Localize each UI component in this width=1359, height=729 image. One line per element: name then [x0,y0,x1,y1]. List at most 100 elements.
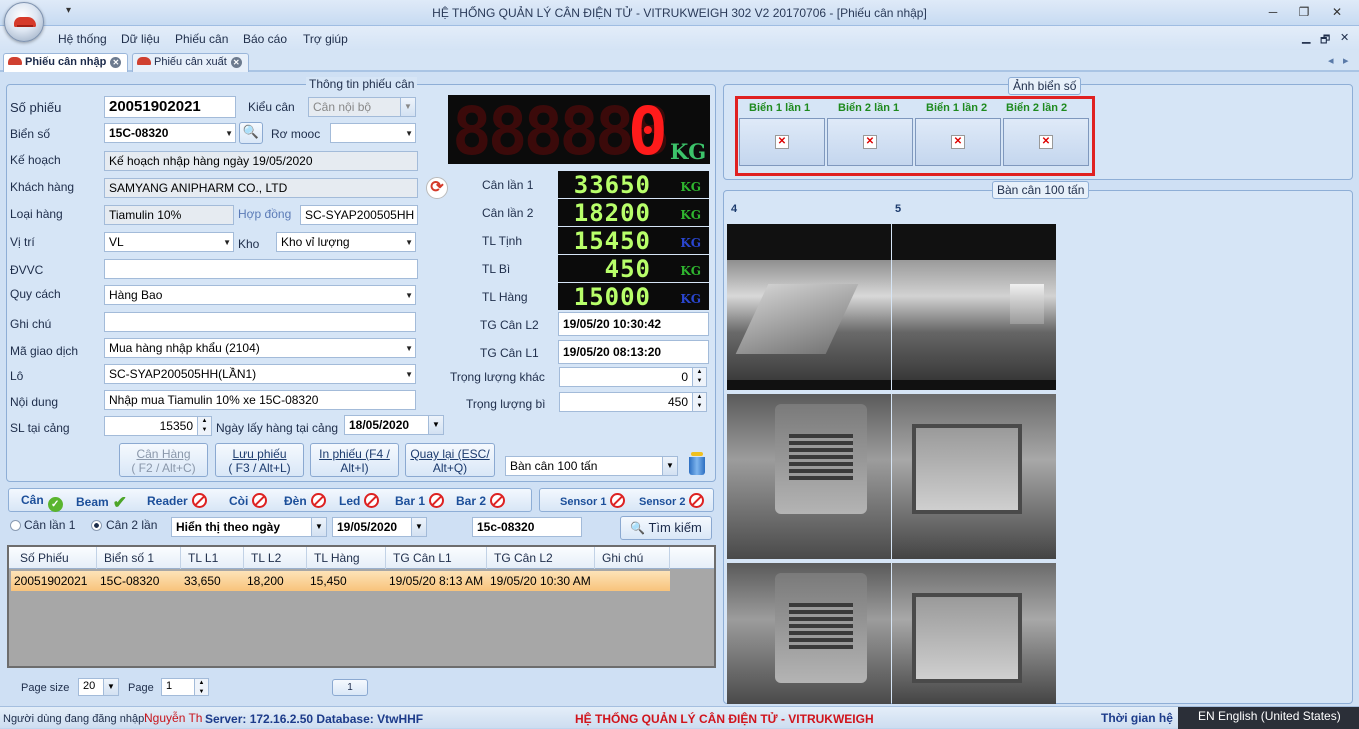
col-tl-l2[interactable]: TL L2 [251,551,281,565]
spinner-arrows-icon[interactable]: ▲ ▼ [194,679,208,695]
page-spinner[interactable]: 1 ▲ ▼ [161,678,209,696]
minimize-button[interactable]: ─ [1261,3,1285,21]
ma-giao-dich-select[interactable]: Mua hàng nhập khẩu (2104) ▼ [104,338,416,358]
lo-label: Lô [10,369,24,383]
ke-hoach-field[interactable]: Kế hoạch nhập hàng ngày 19/05/2020 [104,151,418,171]
camera-4-front[interactable] [727,394,891,559]
search-button[interactable]: 🔍 Tìm kiếm [620,516,712,540]
radio-can-2-lan[interactable] [91,520,102,531]
page-1-button[interactable]: 1 [332,679,368,696]
kieu-can-select[interactable]: Cân nội bộ ▼ [308,97,416,117]
menu-he-thong[interactable]: Hệ thống [58,32,107,46]
col-tl-l1[interactable]: TL L1 [188,551,218,565]
quy-cach-select[interactable]: Hàng Bao ▼ [104,285,416,305]
noi-dung-field[interactable]: Nhập mua Tiamulin 10% xe 15C-08320 [104,390,416,410]
spinner-arrows-icon[interactable]: ▲ ▼ [692,368,706,386]
hop-dong-label: Hợp đồng [238,207,292,221]
plate-image-3[interactable]: ✕ [915,118,1001,166]
sl-tai-cang-spinner[interactable]: 15350 ▲ ▼ [104,416,212,436]
bien-so-select[interactable]: 15C-08320 ▼ [104,123,236,143]
tab-next-icon[interactable]: ▸ [1343,54,1349,67]
loai-hang-field[interactable]: Tiamulin 10% [104,205,234,225]
camera-5-rear-2[interactable] [892,563,1056,704]
refresh-icon[interactable]: ⟳ [426,177,448,199]
spinner-arrows-icon[interactable]: ▲ ▼ [197,417,211,435]
luu-phieu-button[interactable]: Lưu phiếu( F3 / Alt+L) [215,443,304,477]
spinner-arrows-icon[interactable]: ▲ ▼ [692,393,706,411]
tg-can-l1-field[interactable]: 19/05/20 08:13:20 [558,340,709,364]
display-mode-select[interactable]: Hiển thị theo ngày ▼ [171,517,327,537]
restore-button[interactable]: ❐ [1292,3,1316,21]
cell-tg-can-l2: 19/05/20 10:30 AM [490,574,591,588]
quay-lai-button[interactable]: Quay lại (ESC/Alt+Q) [405,443,495,477]
plate-image-2[interactable]: ✕ [827,118,913,166]
close-button[interactable]: ✕ [1325,3,1349,21]
tl-tinh-unit: KG [680,236,701,250]
close-tab-icon[interactable]: ✕ [230,57,242,68]
ngay-lay-hang-date[interactable]: 18/05/2020 ▼ [344,415,444,435]
plate-image-1[interactable]: ✕ [739,118,825,166]
language-indicator[interactable]: EN English (United States) [1178,707,1359,729]
app-orb-button[interactable] [4,2,44,42]
tab-phieu-can-xuat[interactable]: Phiếu cân xuất ✕ [132,53,249,72]
menu-du-lieu[interactable]: Dữ liệu [121,32,160,46]
radio-can-lan-1[interactable] [10,520,21,531]
camera-col-4-label: 4 [731,203,738,215]
mdi-restore-button[interactable]: 🗗 [1320,31,1330,50]
menu-tro-giup[interactable]: Trợ giúp [303,32,348,46]
can-lan-2-value: 18200 [573,199,651,226]
mdi-minimize-button[interactable]: ▁ [1302,31,1310,44]
tg-can-l2-field[interactable]: 19/05/20 10:30:42 [558,312,709,336]
khach-hang-field[interactable]: SAMYANG ANIPHARM CO., LTD [104,178,418,198]
menu-bao-cao[interactable]: Báo cáo [243,32,287,46]
status-led: Led [339,493,380,508]
tab-label: Phiếu cân nhập [25,56,107,68]
so-phieu-field[interactable]: 20051902021 [104,96,236,118]
tl-hang-display: 15000 KG [558,283,709,310]
col-tg-can-l2[interactable]: TG Cân L2 [494,551,553,565]
sl-tai-cang-value: 15350 [159,419,193,433]
tab-phieu-can-nhap[interactable]: Phiếu cân nhập ✕ [3,53,129,72]
trong-luong-khac-spinner[interactable]: 0 ▲ ▼ [559,367,707,387]
disabled-icon [252,493,268,508]
filter-date-picker[interactable]: 19/05/2020 ▼ [332,517,427,537]
status-sensor-1-label: Sensor 1 [560,496,607,508]
dvvc-field[interactable] [104,259,418,279]
camera-4-overview[interactable] [727,224,891,390]
close-tab-icon[interactable]: ✕ [110,57,122,68]
plate-image-4[interactable]: ✕ [1003,118,1089,166]
hop-dong-field[interactable]: SC-SYAP200505HH [300,205,418,225]
can-hang-button[interactable]: Cân Hàng( F2 / Alt+C) [119,443,208,477]
col-tl-hang[interactable]: TL Hàng [314,551,360,565]
plate-search-input[interactable]: 15c-08320 [472,517,582,537]
camera-4-front-2[interactable] [727,563,891,704]
lo-select[interactable]: SC-SYAP200505HH(LẦN1) ▼ [104,364,416,384]
radio-can-lan-1-label: Cân lần 1 [24,518,76,532]
camera-5-overview[interactable] [892,224,1056,390]
trong-luong-bi-spinner[interactable]: 450 ▲ ▼ [559,392,707,412]
tab-prev-icon[interactable]: ◂ [1328,54,1334,67]
mdi-close-button[interactable]: ✕ [1340,31,1349,44]
col-so-phieu[interactable]: Số Phiếu [20,551,69,565]
trash-icon[interactable] [688,452,706,476]
page-size-select[interactable]: 20 ▼ [78,678,119,696]
col-bien-so-1[interactable]: Biển số 1 [104,551,154,565]
broken-image-icon: ✕ [951,135,965,149]
checkmark-icon: ✔ [112,493,127,512]
status-bar-2: Bar 2 [456,493,506,508]
scale-select[interactable]: Bàn cân 100 tấn ▼ [505,456,678,476]
kho-select[interactable]: Kho vỉ lượng ▼ [276,232,416,252]
col-tg-can-l1[interactable]: TG Cân L1 [393,551,452,565]
ro-mooc-select[interactable]: ▼ [330,123,416,143]
col-ghi-chu[interactable]: Ghi chú [602,551,643,565]
status-bar: Người dùng đang đăng nhập: Nguyễn Th Ser… [0,706,1359,729]
quy-cach-label: Quy cách [10,287,61,301]
menu-phieu-can[interactable]: Phiếu cân [175,32,228,46]
camera-5-rear[interactable] [892,394,1056,559]
table-row[interactable]: 20051902021 15C-08320 33,650 18,200 15,4… [11,571,670,591]
ghi-chu-field[interactable] [104,312,416,332]
search-plate-button[interactable]: 🔍 [239,122,263,144]
vi-tri-select[interactable]: VL ▼ [104,232,234,252]
in-phieu-button[interactable]: In phiếu (F4 /Alt+I) [310,443,399,477]
disabled-icon [490,493,506,508]
